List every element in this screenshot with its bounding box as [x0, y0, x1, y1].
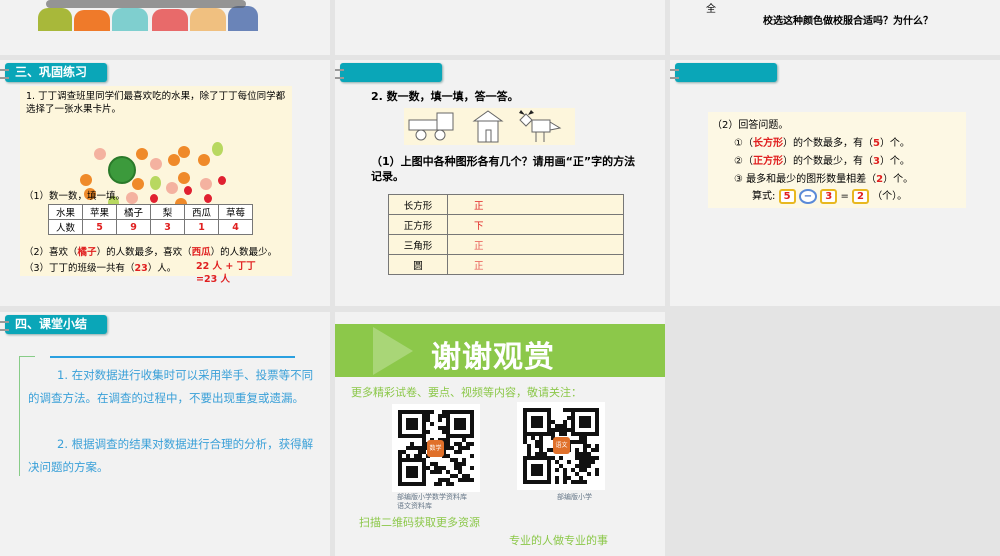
text: ）的个数最少，有（ [782, 156, 873, 167]
answer: 3 [872, 156, 880, 167]
table-header-row: 水果 苹果 橘子 梨 西瓜 草莓 [48, 204, 253, 220]
slogan-text: 专业的人做专业的事 [509, 534, 608, 547]
table-header: 橘子 [116, 204, 151, 220]
answer: 长方形 [752, 138, 783, 149]
card-title: （2）回答问题。 [712, 120, 789, 131]
text: ）个。 [883, 174, 914, 185]
slide-thumbnail-practice-3[interactable]: （2）回答问题。 ①（长方形）的个数最多，有（5）个。 ②（正方形）的个数最少，… [670, 60, 1000, 306]
text: ）个。 [879, 156, 910, 167]
answer-line: ③ 最多和最少的图形数量相差（2）个。 [734, 170, 913, 185]
answer: 23 [134, 263, 148, 274]
calculation-note: 22 人 + 丁丁 =23 人 [196, 261, 256, 285]
table-header: 草莓 [218, 204, 253, 220]
number-box: 5 [778, 189, 796, 204]
summary-divider [50, 356, 295, 358]
slide-thumbnail-practice-2[interactable]: 2. 数一数，填一填，答一答。 （1）上图中各种图形各有几个？请用画“正”字的方… [335, 60, 665, 306]
number-box: 3 [820, 189, 838, 204]
text: = [840, 191, 849, 202]
text: （个）。 [872, 191, 908, 202]
answer-line: ②（正方形）的个数最少，有（3）个。 [734, 152, 910, 167]
slide-thumbnail-top-right[interactable]: 全 校选这种颜色做校服合适吗？为什么？ [670, 0, 1000, 55]
table-cell: 9 [116, 219, 151, 235]
shape-name: 圆 [388, 254, 448, 275]
section-header [670, 63, 777, 82]
exercise-card: 1. 丁丁调查班里同学们最喜欢吃的水果，除了丁丁每位同学都选择了一张水果卡片。 [20, 86, 292, 285]
table-cell: 5 [82, 219, 117, 235]
qr-label: 部编版小学 [557, 493, 592, 501]
table-cell: 4 [218, 219, 253, 235]
table-cell: 人数 [48, 219, 83, 235]
tally-mark: 正 [447, 254, 624, 275]
slide-thumbnail-top-left[interactable] [0, 0, 330, 55]
shape-name: 长方形 [388, 194, 448, 215]
answer: 橘子 [77, 247, 97, 258]
thanks-title: 谢谢观赏 [431, 340, 555, 375]
table-row: 三角形正 [388, 234, 624, 255]
text: ）个。 [879, 138, 910, 149]
section-header: 四、课堂小结 [0, 315, 107, 334]
tally-mark: 正 [447, 194, 624, 215]
answer: 西瓜 [191, 247, 211, 258]
number-box: 2 [852, 189, 869, 204]
qr-label: 语文资料库 [397, 502, 432, 510]
summary-paragraph: 2. 根据调查的结果对数据进行合理的分析，获得解决问题的方案。 [28, 437, 314, 474]
text: 算式: [752, 191, 776, 202]
part2-text: （2）喜欢（橘子）的人数最多，喜欢（西瓜）的人数最少。 [24, 244, 277, 258]
text: ③ 最多和最少的图形数量相差（ [734, 174, 877, 185]
text: ①（ [734, 138, 753, 149]
slide-text: 全 [706, 4, 716, 15]
question-text: 2. 数一数，填一填，答一答。 [371, 90, 519, 103]
tally-mark: 正 [447, 234, 624, 255]
qr-badge: 语文 [553, 437, 570, 454]
table-cell: 3 [150, 219, 185, 235]
text: ）的人数最少。 [210, 247, 278, 258]
summary-paragraph: 1. 在对数据进行收集时可以采用举手、投票等不同的调查方法。在调查的过程中，不要… [28, 368, 314, 405]
answer-card: （2）回答问题。 ①（长方形）的个数最多，有（5）个。 ②（正方形）的个数最少，… [708, 112, 966, 208]
arrow-icon [373, 327, 413, 375]
table-header: 西瓜 [184, 204, 219, 220]
tally-table: 长方形正 正方形下 三角形正 圆正 [388, 194, 624, 275]
table-row: 正方形下 [388, 214, 624, 235]
text: ）人。 [147, 263, 177, 274]
text: ）的个数最多，有（ [782, 138, 873, 149]
slide-thumbnail-thanks[interactable]: 谢谢观赏 更多精彩试卷、要点、视频等内容，敬请关注： 数学 语文 部编版小学数学… [335, 312, 665, 556]
question-text: 1. 丁丁调查班里同学们最喜欢吃的水果，除了丁丁每位同学都选择了一张水果卡片。 [26, 91, 286, 115]
scan-text: 扫描二维码获取更多资源 [359, 516, 480, 529]
fruit-count-table: 水果 苹果 橘子 梨 西瓜 草莓 人数 5 9 3 1 4 [48, 204, 253, 235]
shapes-illustration [404, 108, 575, 145]
answer-line: ①（长方形）的个数最多，有（5）个。 [734, 134, 910, 149]
shape-name: 三角形 [388, 234, 448, 255]
table-header: 水果 [48, 204, 83, 220]
slide-thumbnail-practice-1[interactable]: 三、巩固练习 1. 丁丁调查班里同学们最喜欢吃的水果，除了丁丁每位同学都选择了一… [0, 60, 330, 306]
part1-text: （1）数一数，填一填。 [24, 191, 126, 202]
table-cell: 1 [184, 219, 219, 235]
tally-mark: 下 [447, 214, 624, 235]
answer: 正方形 [752, 156, 783, 167]
part3-text: （3）丁丁的班级一共有（23）人。 [24, 260, 176, 274]
slide-thumbnail-top-middle[interactable] [335, 0, 665, 55]
table-header: 苹果 [82, 204, 117, 220]
table-header: 梨 [150, 204, 185, 220]
text: （3）丁丁的班级一共有（ [24, 263, 135, 274]
text: （2）喜欢（ [24, 247, 78, 258]
slide-text: 校选这种颜色做校服合适吗？为什么？ [763, 16, 933, 27]
text: ）的人数最多，喜欢（ [96, 247, 192, 258]
section-header [335, 63, 442, 82]
section-header: 三、巩固练习 [0, 63, 107, 82]
slide-thumbnail-empty [670, 312, 1000, 556]
table-row: 长方形正 [388, 194, 624, 215]
shape-name: 正方形 [388, 214, 448, 235]
operator-circle: − [798, 189, 818, 204]
slide-thumbnail-summary[interactable]: 四、课堂小结 1. 在对数据进行收集时可以采用举手、投票等不同的调查方法。在调查… [0, 312, 330, 556]
formula-line: 算式: 5 − 3 = 2 （个）。 [752, 187, 907, 204]
children-illustration [38, 0, 263, 31]
follow-text: 更多精彩试卷、要点、视频等内容，敬请关注： [351, 386, 582, 399]
table-row: 圆正 [388, 254, 624, 275]
thanks-banner: 谢谢观赏 [335, 324, 665, 377]
qr-badge: 数学 [427, 440, 444, 457]
answer: 5 [872, 138, 880, 149]
text: ②（ [734, 156, 753, 167]
table-row: 人数 5 9 3 1 4 [48, 219, 253, 235]
part1-text: （1）上图中各种图形各有几个？请用画“正”字的方法记录。 [371, 155, 636, 183]
